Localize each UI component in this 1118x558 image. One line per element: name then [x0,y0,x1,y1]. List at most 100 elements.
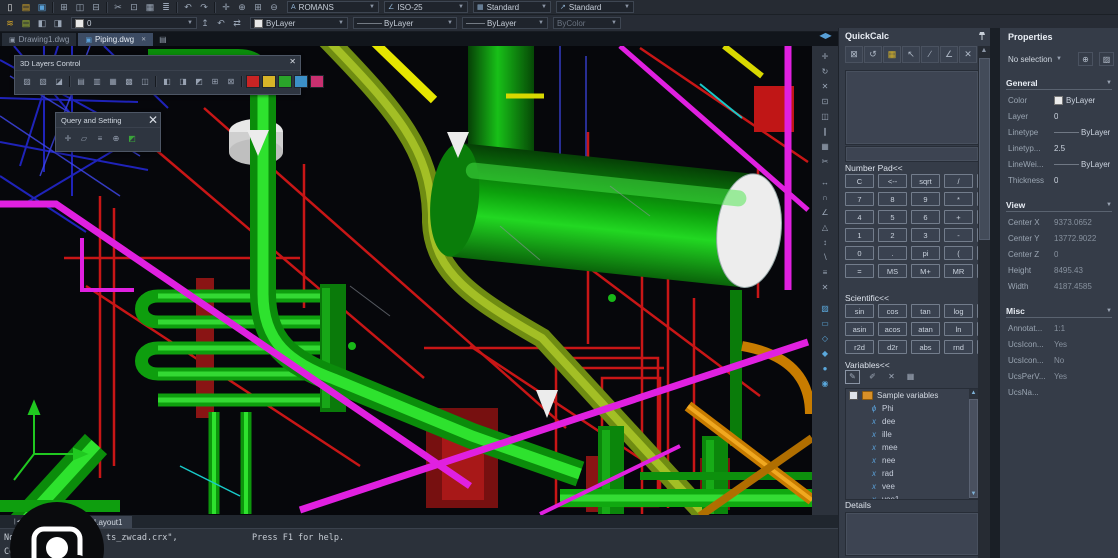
numpad-btn-/[interactable]: / [944,174,973,188]
layer-red-icon[interactable] [246,75,260,88]
numpad-btn-7[interactable]: 7 [845,192,874,206]
numpad-btn-4[interactable]: 4 [845,210,874,224]
tab-drawing1[interactable]: ▣ Drawing1.dwg [2,33,76,46]
variable-item-ille[interactable]: xille [846,428,978,441]
copy-icon[interactable]: ⊡ [126,1,142,14]
cut-icon[interactable]: ✂ [110,1,126,14]
erase-icon[interactable]: ✕ [814,80,836,94]
layer-unlock-icon[interactable]: ◧ [159,74,175,89]
delete-variable-icon[interactable]: ✕ [885,371,898,383]
paste-icon[interactable]: ▦ [142,1,158,14]
variable-item-rad[interactable]: xrad [846,467,978,480]
move-icon[interactable]: ✛ [814,50,836,64]
3d-layers-control-titlebar[interactable]: 3D Layers Control ✕ [15,56,300,71]
variable-item-vee1[interactable]: xvee1 [846,493,978,500]
publish-icon[interactable]: ⊟ [88,1,104,14]
property-row[interactable]: Center X9373.0652 [1000,214,1118,230]
get-coordinates-icon[interactable]: ↖ [902,46,920,63]
scrollbar-thumb[interactable] [979,58,990,240]
break-icon[interactable]: ∖ [814,251,836,265]
numpad-btn-5[interactable]: 5 [878,210,907,224]
close-icon[interactable]: ✕ [289,57,296,66]
property-row[interactable]: UcsIcon...No [1000,352,1118,368]
numpad-btn-0[interactable]: 0 [845,246,874,260]
checkbox-icon[interactable] [849,391,858,400]
property-row[interactable]: Layer0 [1000,108,1118,124]
paste-value-icon[interactable]: ▦ [883,46,901,63]
section-header-misc[interactable]: Misc▼ [1006,304,1112,318]
zoom-previous-icon[interactable]: ⊖ [266,1,282,14]
variable-item-dee[interactable]: xdee [846,415,978,428]
quickcalc-titlebar[interactable]: QuickCalc [839,28,990,44]
layer-freeze-icon[interactable]: ▦ [105,74,121,89]
property-row[interactable]: UcsNa... [1000,384,1118,400]
visual-shaded-icon[interactable]: ● [814,362,836,376]
variables-header[interactable]: Variables<< [845,360,890,370]
layer-on-icon[interactable]: ◧ [34,17,50,30]
open-icon[interactable]: ▤ [18,1,34,14]
property-row[interactable]: UcsIcon...Yes [1000,336,1118,352]
sci-btn-rnd[interactable]: rnd [944,340,973,354]
property-value[interactable]: ————ByLayer [1054,128,1110,137]
layer-walk-icon[interactable]: ◩ [191,74,207,89]
layer-yellow-icon[interactable] [262,75,276,88]
pushpin-icon[interactable] [978,31,986,41]
close-tab-icon[interactable]: ✕ [141,36,146,43]
numpad-btn-8[interactable]: 8 [878,192,907,206]
tree-scrollbar[interactable]: ▲▼ [969,389,978,499]
property-row[interactable]: UcsPerV...Yes [1000,368,1118,384]
zoom-realtime-icon[interactable]: ⊕ [234,1,250,14]
property-value[interactable]: ByLayer [1054,96,1095,105]
scroll-up-icon[interactable]: ▲ [971,389,977,398]
numpad-btn-3[interactable]: 3 [911,228,940,242]
sci-btn-log[interactable]: log [944,304,973,318]
variable-item-vee[interactable]: xvee [846,480,978,493]
save-icon[interactable]: ▣ [34,1,50,14]
sci-btn-ln[interactable]: ln [944,322,973,336]
distance-between-points-icon[interactable]: ∕ [921,46,939,63]
property-value[interactable]: 1:1 [1054,324,1065,333]
numpad-btn-.[interactable]: . [878,246,907,260]
section-header-general[interactable]: General▼ [1006,76,1112,90]
query-setting-titlebar[interactable]: Query and Setting ✕ [56,113,160,128]
numpad-btn-=[interactable]: = [845,264,874,278]
layer-previous-icon[interactable]: ↶ [213,17,229,30]
print-preview-icon[interactable]: ◫ [72,1,88,14]
quick-select-icon[interactable]: ▨ [1099,52,1114,66]
mleader-style-combo[interactable]: ↗ Standard ▼ [556,1,634,13]
numpad-btn-+[interactable]: + [944,210,973,224]
layer-delete-icon[interactable]: ⊠ [223,74,239,89]
region-icon[interactable]: ▭ [814,317,836,331]
layer-translate-icon[interactable]: ⇄ [229,17,245,30]
layer-merge-icon[interactable]: ⊞ [207,74,223,89]
new-variable-icon[interactable]: ✎ [845,370,860,384]
sci-btn-d2r[interactable]: d2r [878,340,907,354]
rotate-icon[interactable]: ↻ [814,65,836,79]
layer-green-icon[interactable] [278,75,292,88]
numpad-btn--[interactable]: - [944,228,973,242]
make-object-layer-current-icon[interactable]: ↥ [197,17,213,30]
sci-btn-abs[interactable]: abs [911,340,940,354]
drawing-viewport[interactable]: 3D Layers Control ✕ ▨▧◪▤▥▦▩◫◧◨◩⊞⊠ Query … [0,46,812,515]
variables-root-row[interactable]: Sample variables [846,389,978,402]
layer-thaw-icon[interactable]: ▩ [121,74,137,89]
property-row[interactable]: Linetype————ByLayer [1000,124,1118,140]
plot-style-combo[interactable]: ByColor ▼ [553,17,621,29]
visual-hidden-icon[interactable]: ◆ [814,347,836,361]
hatch-icon[interactable]: ▨ [814,302,836,316]
lineweight-combo[interactable]: ——— ByLayer ▼ [462,17,548,29]
layer-match-icon[interactable]: ◪ [51,74,67,89]
layer-lock-icon[interactable]: ◫ [137,74,153,89]
visual-wireframe-icon[interactable]: ◇ [814,332,836,346]
variable-item-nee[interactable]: xnee [846,454,978,467]
sci-btn-asin[interactable]: asin [845,322,874,336]
numpad-btn-pi[interactable]: pi [911,246,940,260]
property-value[interactable]: Yes [1054,372,1067,381]
scientific-header[interactable]: Scientific<< [845,293,889,303]
property-value[interactable]: ————ByLayer [1054,160,1110,169]
sci-btn-sin[interactable]: sin [845,304,874,318]
property-row[interactable]: Center Z0 [1000,246,1118,262]
table-style-combo[interactable]: ▦ Standard ▼ [473,1,551,13]
property-value[interactable]: Yes [1054,340,1067,349]
stretch-icon[interactable]: ↕ [814,236,836,250]
